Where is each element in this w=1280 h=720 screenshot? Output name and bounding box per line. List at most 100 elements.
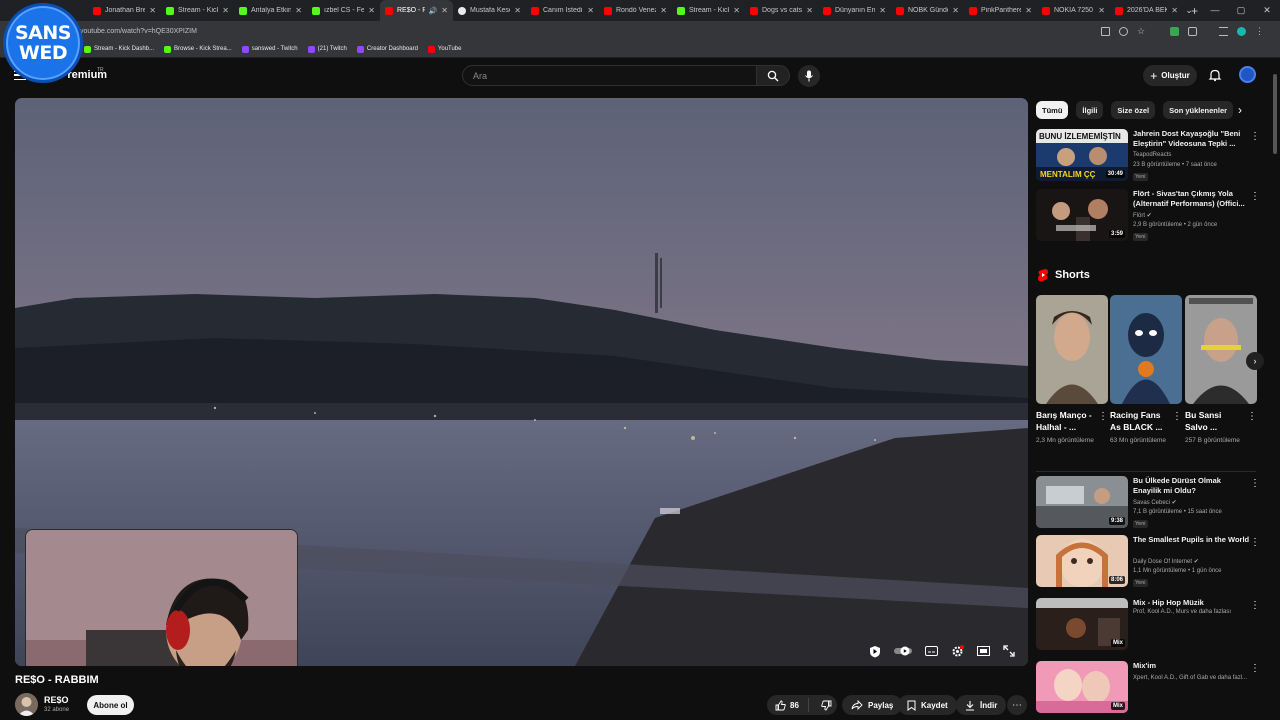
rec-channel[interactable]: Flört ✔ bbox=[1133, 212, 1152, 219]
speaker-icon[interactable]: 🔊 bbox=[429, 7, 438, 15]
rec-channel[interactable]: TeapodReacts bbox=[1133, 152, 1171, 158]
create-button[interactable]: + Oluştur bbox=[1143, 65, 1197, 86]
short-menu-icon[interactable]: ⋮ bbox=[1098, 411, 1108, 422]
chip-recently-uploaded[interactable]: Son yüklenenler bbox=[1163, 101, 1234, 119]
browser-tab[interactable]: Jonathan Bre ✕ bbox=[88, 0, 161, 21]
notifications-bell-icon[interactable] bbox=[1208, 68, 1222, 82]
short-title[interactable]: Barış Manço - Halhal - ... bbox=[1036, 409, 1094, 433]
rec-title[interactable]: Bu Ülkede Dürüst Olmak Enayilik mi Oldu? bbox=[1133, 476, 1251, 496]
short-item[interactable]: Bu Sansi Salvo ... 257 B görüntüleme ⋮ bbox=[1185, 295, 1257, 446]
video-thumbnail[interactable]: 9:38 bbox=[1036, 476, 1128, 528]
recommendation-item[interactable]: 3:59 Flört - Sivas'tan Çıkmış Yola (Alte… bbox=[1036, 189, 1276, 241]
browser-tab[interactable]: Dogs vs cats ✕ bbox=[745, 0, 818, 21]
rec-menu-icon[interactable]: ⋮ bbox=[1250, 537, 1260, 548]
subtitles-icon[interactable] bbox=[924, 644, 938, 658]
scrollbar-thumb[interactable] bbox=[1273, 74, 1277, 154]
close-icon[interactable]: ✕ bbox=[587, 6, 594, 15]
zoom-icon[interactable] bbox=[1119, 26, 1128, 36]
close-icon[interactable]: ✕ bbox=[149, 6, 156, 15]
browser-tab[interactable]: Stream - Kick ✕ bbox=[161, 0, 234, 21]
chevron-right-icon[interactable]: › bbox=[1238, 103, 1242, 117]
rec-title[interactable]: Mix'im bbox=[1133, 661, 1251, 671]
video-player[interactable] bbox=[15, 98, 1028, 666]
chip-for-you[interactable]: Size özel bbox=[1111, 101, 1156, 119]
rec-menu-icon[interactable]: ⋮ bbox=[1250, 600, 1260, 611]
rec-title[interactable]: The Smallest Pupils in the World bbox=[1133, 535, 1251, 545]
chip-related[interactable]: İlgili bbox=[1076, 101, 1104, 119]
rec-menu-icon[interactable]: ⋮ bbox=[1250, 131, 1260, 142]
mix-thumbnail[interactable]: Mix bbox=[1036, 598, 1128, 650]
settings-gear-icon[interactable] bbox=[950, 644, 964, 658]
bookmark[interactable]: Stream - Kick Dashb... bbox=[84, 45, 154, 53]
sponsor-shield-icon[interactable] bbox=[868, 644, 882, 658]
browser-tab[interactable]: NOBK Günde ✕ bbox=[891, 0, 964, 21]
miniplayer-icon[interactable] bbox=[976, 644, 990, 658]
rec-menu-icon[interactable]: ⋮ bbox=[1250, 478, 1260, 489]
close-icon[interactable]: ✕ bbox=[660, 6, 667, 15]
bookmark[interactable]: (21) Twitch bbox=[307, 45, 347, 53]
extensions-puzzle-icon[interactable] bbox=[1188, 26, 1197, 36]
video-thumbnail[interactable]: 8:06 bbox=[1036, 535, 1128, 587]
rec-channel[interactable]: Savas Cebeci ✔ bbox=[1133, 499, 1177, 506]
rec-title[interactable]: Mix - Hip Hop Müzik bbox=[1133, 598, 1251, 608]
browser-tab[interactable]: Antalya Etkin ✕ bbox=[234, 0, 307, 21]
close-icon[interactable]: ✕ bbox=[733, 6, 740, 15]
short-thumbnail[interactable] bbox=[1036, 295, 1108, 404]
close-icon[interactable]: ✕ bbox=[514, 6, 521, 15]
bookmark[interactable]: Browse - Kick Strea... bbox=[164, 45, 232, 53]
profile-icon[interactable] bbox=[1237, 26, 1246, 36]
rec-title[interactable]: Flört - Sivas'tan Çıkmış Yola (Alternati… bbox=[1133, 189, 1251, 209]
more-actions-button[interactable]: ⋯ bbox=[1007, 695, 1027, 715]
video-thumbnail[interactable]: BUNU İZLEMEMİŞTİN MENTALIM ÇÇ 30:49 bbox=[1036, 129, 1128, 181]
voice-search-button[interactable] bbox=[798, 65, 820, 87]
close-window-icon[interactable]: ✕ bbox=[1254, 0, 1280, 21]
recommendation-item[interactable]: BUNU İZLEMEMİŞTİN MENTALIM ÇÇ 30:49 Jahr… bbox=[1036, 129, 1276, 181]
close-icon[interactable]: ✕ bbox=[222, 6, 229, 15]
short-menu-icon[interactable]: ⋮ bbox=[1247, 411, 1257, 422]
menu-kebab-icon[interactable]: ⋮ bbox=[1255, 26, 1264, 36]
short-title[interactable]: Bu Sansi Salvo ... bbox=[1185, 409, 1243, 433]
mix-thumbnail[interactable]: Mix bbox=[1036, 661, 1128, 713]
close-icon[interactable]: ✕ bbox=[1098, 6, 1105, 15]
short-title[interactable]: Racing Fans As BLACK ... bbox=[1110, 409, 1168, 433]
browser-tab[interactable]: Stream - Kick ✕ bbox=[672, 0, 745, 21]
download-button[interactable]: İndir bbox=[956, 695, 1007, 715]
short-thumbnail[interactable] bbox=[1110, 295, 1182, 404]
share-button[interactable]: Paylaş bbox=[842, 695, 903, 715]
browser-tab[interactable]: Dünyanın En ✕ bbox=[818, 0, 891, 21]
close-icon[interactable]: ✕ bbox=[368, 6, 375, 15]
star-icon[interactable]: ☆ bbox=[1137, 26, 1146, 36]
bookmark[interactable]: YouTube bbox=[427, 45, 461, 53]
autoplay-toggle[interactable] bbox=[894, 644, 912, 658]
browser-tab[interactable]: Rondò Venez ✕ bbox=[599, 0, 672, 21]
short-thumbnail[interactable] bbox=[1185, 295, 1257, 404]
minimize-icon[interactable]: — bbox=[1202, 0, 1228, 21]
browser-tab[interactable]: PinkPanthere ✕ bbox=[964, 0, 1037, 21]
save-button[interactable]: Kaydet bbox=[898, 695, 957, 715]
video-thumbnail[interactable]: 3:59 bbox=[1036, 189, 1128, 241]
reading-list-icon[interactable] bbox=[1219, 26, 1228, 36]
chip-all[interactable]: Tümü bbox=[1036, 101, 1069, 119]
extension-icon[interactable] bbox=[1170, 26, 1179, 36]
mix-item[interactable]: Mix Mix'im Xpert, Kool A.D., Gift of Gab… bbox=[1036, 661, 1276, 713]
short-item[interactable]: Racing Fans As BLACK ... 63 Mn görüntüle… bbox=[1110, 295, 1182, 446]
fullscreen-icon[interactable] bbox=[1002, 644, 1016, 658]
account-avatar[interactable] bbox=[1239, 66, 1256, 83]
short-menu-icon[interactable]: ⋮ bbox=[1172, 411, 1182, 422]
browser-tab[interactable]: Mustafa Kese ✕ bbox=[453, 0, 526, 21]
short-item[interactable]: Barış Manço - Halhal - ... 2,3 Mn görünt… bbox=[1036, 295, 1108, 446]
browser-tab[interactable]: ızbel CS - Fe ✕ bbox=[307, 0, 380, 21]
close-icon[interactable]: ✕ bbox=[295, 6, 302, 15]
mix-item[interactable]: Mix Mix - Hip Hop Müzik Prof, Kool A.D.,… bbox=[1036, 598, 1276, 650]
like-button[interactable]: 86 bbox=[767, 698, 809, 712]
maximize-icon[interactable]: ▢ bbox=[1228, 0, 1254, 21]
close-icon[interactable]: ✕ bbox=[806, 6, 813, 15]
bookmark[interactable]: Creator Dashboard bbox=[356, 45, 418, 53]
browser-tab[interactable]: NOKIA 7250 ✕ bbox=[1037, 0, 1110, 21]
search-button[interactable] bbox=[757, 65, 790, 86]
browser-tab[interactable]: 2026'DA BEK ✕ bbox=[1110, 0, 1183, 21]
page-scrollbar[interactable] bbox=[1272, 68, 1278, 718]
cast-icon[interactable] bbox=[1101, 26, 1110, 36]
tab-search-icon[interactable]: ⌄ bbox=[1176, 0, 1202, 21]
close-icon[interactable]: ✕ bbox=[1025, 6, 1032, 15]
